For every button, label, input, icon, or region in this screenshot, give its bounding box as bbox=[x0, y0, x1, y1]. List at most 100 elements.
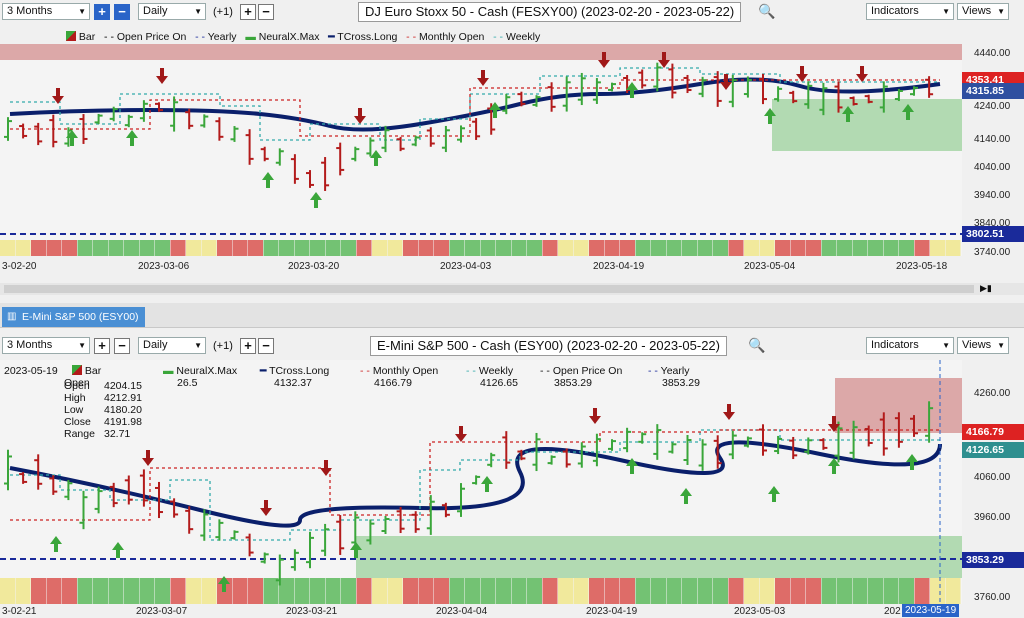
signal-strip-cell bbox=[170, 578, 186, 604]
add-bar-button[interactable]: + bbox=[240, 4, 256, 20]
signal-strip-cell bbox=[449, 578, 465, 604]
signal-strip-cell bbox=[418, 578, 434, 604]
signal-strip-cell bbox=[945, 240, 961, 256]
signal-strip-cell bbox=[263, 578, 279, 604]
yearly-tag: 3853.29 bbox=[962, 552, 1024, 568]
signal-strip-cell bbox=[852, 578, 868, 604]
yearly-swatch-icon: - - bbox=[195, 31, 206, 43]
date-label: 2023-04-19 bbox=[593, 261, 645, 272]
signal-strip-cell bbox=[387, 578, 403, 604]
signal-strip-cell bbox=[496, 578, 511, 604]
legend-tcross: ━ TCross.Long 4132.37 bbox=[260, 365, 329, 389]
signal-strip-cell bbox=[604, 240, 620, 256]
top-horizontal-scrollbar[interactable]: ▶▮ bbox=[0, 283, 1024, 295]
top-interval-select[interactable]: Daily ▼ bbox=[138, 3, 206, 20]
signal-strip-cell bbox=[496, 240, 511, 256]
legend-name: Monthly Open bbox=[372, 365, 439, 377]
chevron-down-icon: ▼ bbox=[942, 7, 950, 16]
remove-bar-button[interactable]: − bbox=[258, 4, 274, 20]
add-bar-button[interactable]: + bbox=[240, 338, 256, 354]
signal-strip-cell bbox=[744, 578, 759, 604]
legend-value: 3853.29 bbox=[662, 377, 700, 389]
signal-strip-cell bbox=[852, 240, 868, 256]
signal-strip-cell bbox=[124, 240, 139, 256]
signal-strip-cell bbox=[294, 578, 310, 604]
top-views-select[interactable]: Views ▼ bbox=[957, 3, 1009, 20]
bottom-interval-select[interactable]: Daily ▼ bbox=[138, 337, 206, 354]
support-zone bbox=[356, 536, 962, 578]
ohlc-table: Open 4204.15 High 4212.91 Low 4180.20 Close… bbox=[64, 380, 142, 440]
zoom-in-button[interactable]: + bbox=[94, 338, 110, 354]
signal-strip-cell bbox=[93, 578, 108, 604]
bottom-symbol-title[interactable]: E-Mini S&P 500 - Cash (ESY00) (2023-02-2… bbox=[370, 336, 727, 356]
chevron-down-icon: ▼ bbox=[997, 341, 1005, 350]
ohlc-key: High bbox=[64, 392, 86, 404]
signal-strip-cell bbox=[868, 240, 883, 256]
signal-strip-cell bbox=[248, 578, 263, 604]
bottom-indicators-select[interactable]: Indicators ▼ bbox=[866, 337, 954, 354]
scrollbar-thumb[interactable] bbox=[4, 285, 974, 293]
signal-strip-cell bbox=[341, 578, 356, 604]
remove-bar-button[interactable]: − bbox=[258, 338, 274, 354]
signal-strip-cell bbox=[589, 240, 604, 256]
bottom-views-select[interactable]: Views ▼ bbox=[957, 337, 1009, 354]
bottom-price-axis: 4260.00 4060.00 3960.00 3760.00 4166.79 … bbox=[962, 360, 1024, 604]
ohlc-key: Close bbox=[64, 416, 91, 428]
signal-strip-cell bbox=[465, 578, 480, 604]
signal-strip-cell bbox=[403, 578, 418, 604]
monthly-open-tag: 4166.79 bbox=[962, 424, 1024, 440]
legend-name: Yearly bbox=[660, 365, 690, 377]
signal-strip-cell bbox=[263, 240, 279, 256]
search-icon[interactable]: 🔍 bbox=[758, 3, 775, 20]
signal-strip-cell bbox=[46, 578, 62, 604]
signal-strip-cell bbox=[155, 578, 170, 604]
signal-strip-cell bbox=[883, 578, 899, 604]
signal-strip-cell bbox=[387, 240, 403, 256]
top-chart-plot[interactable] bbox=[0, 44, 962, 256]
top-indicators-select[interactable]: Indicators ▼ bbox=[866, 3, 954, 20]
chevron-down-icon: ▼ bbox=[997, 7, 1005, 16]
signal-strip-cell bbox=[465, 240, 480, 256]
legend-yearly: - - Yearly 3853.29 bbox=[648, 365, 700, 389]
price-label: 4240.00 bbox=[974, 101, 1011, 112]
signal-strip-cell bbox=[899, 578, 914, 604]
signal-strip-cell bbox=[930, 578, 945, 604]
signal-strip-cell bbox=[31, 240, 46, 256]
bottom-chart-plot[interactable] bbox=[0, 360, 962, 604]
signal-strip-cell bbox=[666, 578, 682, 604]
signal-strip-cell bbox=[0, 240, 15, 256]
yearly-swatch-icon: - - bbox=[648, 365, 658, 377]
bottom-range-select[interactable]: 3 Months ▼ bbox=[2, 337, 90, 354]
legend-neuralx: ▬ NeuralX.Max 26.5 bbox=[163, 365, 237, 389]
zoom-out-button[interactable]: − bbox=[114, 338, 130, 354]
signal-strip-cell bbox=[899, 240, 914, 256]
up-arrow-icon bbox=[370, 150, 382, 166]
chart-icon: ▥ bbox=[7, 311, 17, 322]
legend-monthly: - - Monthly Open 4166.79 bbox=[360, 365, 438, 389]
tab-esy00[interactable]: ▥ E-Mini S&P 500 (ESY00) bbox=[2, 307, 145, 327]
scroll-right-icon[interactable]: ▶▮ bbox=[980, 283, 992, 294]
date-label: 2023-03-06 bbox=[138, 261, 190, 272]
signal-strip-cell bbox=[837, 240, 852, 256]
signal-strip-cell bbox=[790, 240, 806, 256]
top-chart-svg bbox=[0, 44, 962, 256]
price-label: 4140.00 bbox=[974, 134, 1011, 145]
signal-strip-cell bbox=[294, 240, 310, 256]
signal-strip-cell bbox=[325, 578, 341, 604]
search-icon[interactable]: 🔍 bbox=[748, 337, 765, 354]
bottom-chart-svg bbox=[0, 360, 962, 604]
signal-strip-cell bbox=[542, 240, 558, 256]
up-arrow-icon bbox=[768, 486, 780, 502]
signal-strip-cell bbox=[620, 240, 635, 256]
signal-strip-cell bbox=[232, 240, 248, 256]
signal-strip-cell bbox=[511, 578, 527, 604]
zoom-in-button[interactable]: + bbox=[94, 4, 110, 20]
bottom-views-value: Views bbox=[962, 339, 992, 351]
signal-strip-cell bbox=[279, 240, 294, 256]
top-symbol-title[interactable]: DJ Euro Stoxx 50 - Cash (FESXY00) (2023-… bbox=[358, 2, 742, 22]
top-range-select[interactable]: 3 Months ▼ bbox=[2, 3, 90, 20]
bottom-date-axis: 3-02-21 2023-03-07 2023-03-21 2023-04-04… bbox=[0, 604, 962, 618]
zoom-out-button[interactable]: − bbox=[114, 4, 130, 20]
down-arrow-icon bbox=[455, 426, 467, 442]
signal-strip-cell bbox=[945, 578, 961, 604]
